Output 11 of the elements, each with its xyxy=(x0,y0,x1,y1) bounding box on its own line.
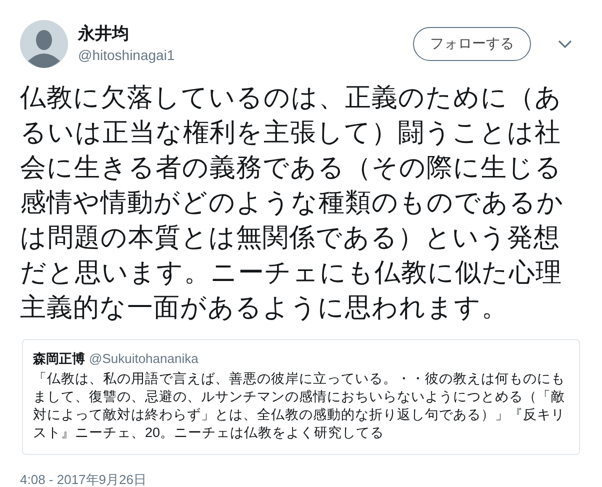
follow-button[interactable]: フォローする xyxy=(413,27,531,61)
quoted-author-name: 森岡正博 xyxy=(33,351,85,366)
chevron-down-icon[interactable] xyxy=(558,40,572,48)
quoted-tweet[interactable]: 森岡正博 @Sukuitohananika 「仏教は、私の用語で言えば、善悪の彼岸に立っている。・・彼の教えは何ものにもまして、復讐の、忌避の、ルサンチマンの感情におちいらないようにつとめる（「敵対によって敵対は終わらず」とは、全仏教の感動的な折り返し句である）」『反キリスト』ニーチェ、20。ニーチェは仏教をよく研究してる xyxy=(22,339,580,455)
tweet-text: 仏教に欠落しているのは、正義のために（あるいは正当な権利を主張して）闘うことは社会に生きる者の義務である（その際に生じる感情や情動がどのような種類のものであるかは問題の本質とは無関係である）という発想だと思います。ニーチェにも仏教に似た心理主義的な一面があるように思われます。 xyxy=(20,81,565,324)
avatar-icon xyxy=(20,20,68,68)
author-handle[interactable]: @hitoshinagai1 xyxy=(78,45,413,65)
timestamp[interactable]: 4:08 - 2017年9月26日 xyxy=(20,471,582,487)
author-name[interactable]: 永井均 xyxy=(78,23,413,45)
quoted-tweet-text: 「仏教は、私の用語で言えば、善悪の彼岸に立っている。・・彼の教えは何ものにもまして、復讐の、忌避の、ルサンチマンの感情におちいらないようにつとめる（「敵対によって敵対は終わらず」とは、全仏教の感動的な折り返し句である）」『反キリスト』ニーチェ、20。ニーチェは仏教をよく研究してる xyxy=(33,370,566,442)
quoted-author-handle: @Sukuitohananika xyxy=(89,351,198,366)
